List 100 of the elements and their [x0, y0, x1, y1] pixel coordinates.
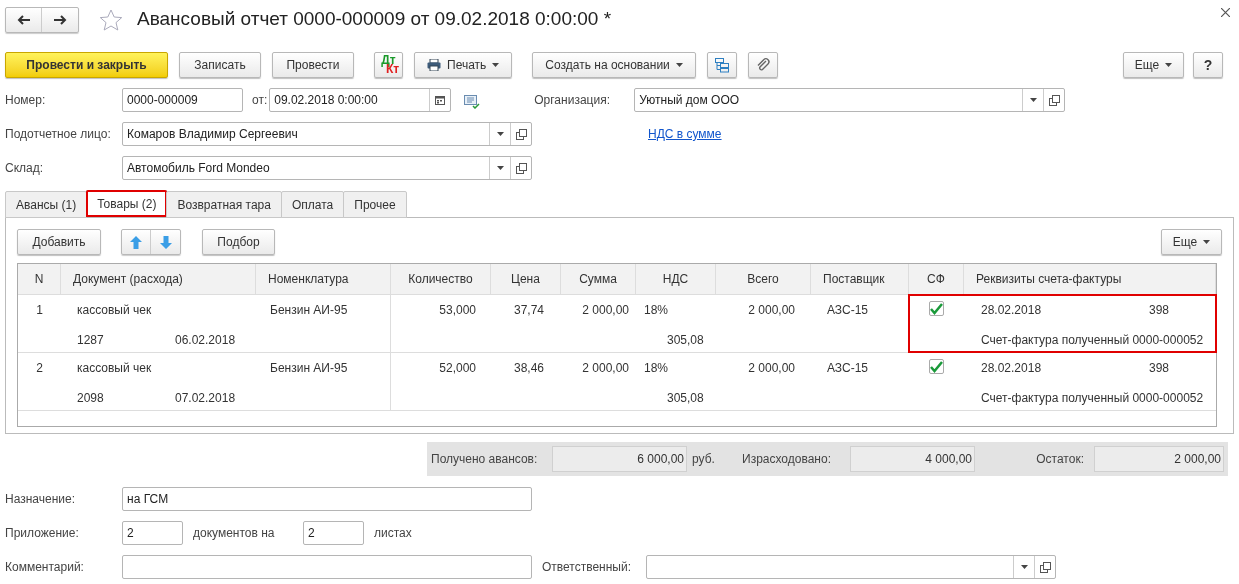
- help-button[interactable]: ?: [1193, 52, 1223, 78]
- input-field[interactable]: 0000-000009: [122, 88, 243, 112]
- open-icon: [515, 162, 527, 174]
- open-icon: [1039, 561, 1051, 573]
- table-cell: 38,46: [513, 361, 544, 375]
- calendar-icon: [435, 95, 446, 105]
- table-cell-text: кассовый чек: [77, 302, 153, 319]
- column-header[interactable]: НДС: [636, 264, 716, 294]
- document-check-icon[interactable]: [464, 95, 481, 109]
- field-label: Ответственный:: [542, 560, 632, 574]
- table-cell-text: Счет-фактура полученный 0000-000052: [981, 390, 1205, 407]
- table-cell-text: 398: [1149, 360, 1170, 377]
- tab[interactable]: Авансы (1): [5, 191, 88, 218]
- arrow-left-icon: [17, 14, 30, 25]
- open-icon: [1048, 94, 1060, 106]
- close-button[interactable]: [1221, 8, 1230, 17]
- menu-button[interactable]: Создать на основании: [532, 52, 696, 78]
- table-cell: Бензин АИ-95: [270, 303, 348, 317]
- field-label: Назначение:: [5, 491, 76, 508]
- table-cell: 53,000: [439, 303, 476, 317]
- post-close-button[interactable]: Провести и закрыть: [5, 52, 168, 78]
- field-label: Подотчетное лицо:: [5, 126, 112, 143]
- arrow-up-icon: [130, 235, 142, 249]
- table-cell: 2 000,00: [748, 361, 795, 375]
- checkbox[interactable]: [929, 301, 944, 316]
- tab[interactable]: Возвратная тара: [166, 191, 282, 218]
- dt-kt-button[interactable]: Дт Кт: [374, 52, 403, 78]
- pick-button[interactable]: Подбор: [202, 229, 275, 255]
- field-label: Комментарий:: [5, 559, 85, 576]
- table-cell: 18%: [644, 361, 669, 375]
- tab[interactable]: Прочее: [343, 191, 407, 218]
- field-label: листах: [374, 526, 412, 540]
- arrow-down-icon: [159, 235, 172, 249]
- caret-icon: [1020, 565, 1028, 569]
- table-cell: 2 000,00: [582, 303, 629, 317]
- star-icon[interactable]: [99, 8, 123, 31]
- summary-value: 6 000,00: [552, 446, 687, 472]
- table-cell-text: 398: [1149, 302, 1170, 319]
- window-title: Авансовый отчет 0000-000009 от 09.02.2018 0:00:00 *: [137, 7, 612, 32]
- column-header[interactable]: Поставщик: [811, 264, 909, 294]
- input-field[interactable]: 2: [303, 521, 364, 545]
- table-cell-text: 2: [36, 360, 43, 377]
- table-cell: 305,08: [667, 391, 704, 405]
- field-label: Остаток:: [1036, 452, 1084, 466]
- table-cell-text: кассовый чек: [77, 360, 153, 377]
- attach-button[interactable]: [747, 52, 778, 78]
- column-header[interactable]: Количество: [391, 264, 491, 294]
- table-cell: 2 000,00: [748, 303, 795, 317]
- input-field[interactable]: [122, 555, 532, 579]
- table-cell-text: 07.02.2018: [175, 390, 236, 407]
- table-cell: 28.02.2018: [981, 303, 1042, 317]
- checkbox[interactable]: [929, 359, 944, 374]
- input-field[interactable]: 09.02.2018 0:00:00: [269, 88, 452, 112]
- column-header[interactable]: N: [18, 264, 61, 294]
- tab[interactable]: Товары (2): [86, 190, 168, 217]
- currency-label: руб.: [692, 452, 715, 466]
- toolbar-button[interactable]: Записать: [179, 52, 261, 78]
- column-header[interactable]: Всего: [716, 264, 811, 294]
- tab[interactable]: Оплата: [280, 191, 345, 218]
- table-cell: 1287: [77, 333, 104, 347]
- add-button[interactable]: Добавить: [17, 229, 101, 255]
- table-cell: 52,000: [439, 361, 476, 375]
- input-field[interactable]: на ГСМ: [122, 487, 532, 511]
- vat-link[interactable]: НДС в сумме: [648, 125, 722, 143]
- field-label: Организация:: [534, 93, 610, 107]
- input-field[interactable]: Комаров Владимир Сергеевич: [122, 122, 532, 146]
- table-cell: 28.02.2018: [981, 361, 1042, 375]
- field-label: Приложение:: [5, 525, 80, 542]
- caret-icon: [1165, 63, 1173, 67]
- column-header[interactable]: Реквизиты счета-фактуры: [964, 264, 1216, 294]
- summary-value: 4 000,00: [850, 446, 975, 472]
- more-button[interactable]: Еще: [1161, 229, 1222, 255]
- printer-icon: [427, 59, 441, 71]
- column-header[interactable]: Документ (расхода): [61, 264, 256, 294]
- field-label: Израсходовано:: [742, 451, 832, 468]
- caret-icon: [675, 63, 683, 67]
- caret-icon: [496, 132, 504, 136]
- input-field[interactable]: 2: [122, 521, 183, 545]
- input-field[interactable]: [646, 555, 1056, 579]
- table-cell: 18%: [644, 303, 669, 317]
- caret-icon: [496, 166, 504, 170]
- more-button[interactable]: Еще: [1123, 52, 1184, 78]
- input-field[interactable]: Автомобиль Ford Mondeo: [122, 156, 532, 180]
- print-button[interactable]: Печать: [414, 52, 513, 78]
- toolbar-button[interactable]: Провести: [272, 52, 354, 78]
- column-header[interactable]: Номенклатура: [256, 264, 391, 294]
- column-header[interactable]: СФ: [909, 264, 964, 294]
- table-cell: АЗС-15: [827, 303, 868, 317]
- table-cell-text: Счет-фактура полученный 0000-000052: [981, 332, 1205, 349]
- field-label: Получено авансов:: [431, 451, 539, 468]
- arrow-right-icon: [53, 14, 67, 25]
- field-label: Склад:: [5, 160, 45, 177]
- table-cell: 2098: [77, 391, 104, 405]
- column-header[interactable]: Сумма: [561, 264, 636, 294]
- input-field[interactable]: Уютный дом ООО: [634, 88, 1066, 112]
- structure-button[interactable]: [706, 52, 737, 78]
- caret-icon: [1029, 98, 1037, 102]
- close-icon: [1221, 8, 1230, 17]
- column-header[interactable]: Цена: [491, 264, 561, 294]
- structure-icon: [713, 57, 730, 73]
